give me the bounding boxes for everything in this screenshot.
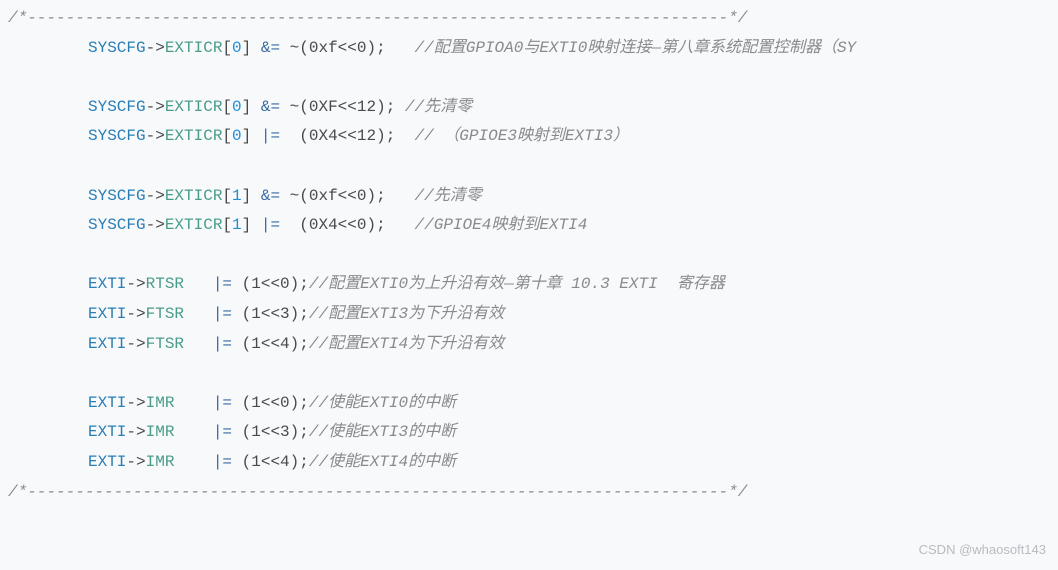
code-line: EXTI->IMR |= (1<<4);//使能EXTI4的中断 [8,448,1050,478]
blank-line [8,152,1050,182]
code-block: /*--------------------------------------… [8,4,1050,507]
code-line: SYSCFG->EXTICR[1] &= ~(0xf<<0); //先清零 [8,182,1050,212]
blank-line [8,63,1050,93]
code-line: EXTI->FTSR |= (1<<4);//配置EXTI4为下升沿有效 [8,330,1050,360]
blank-line [8,359,1050,389]
comment-divider-bottom: /*--------------------------------------… [8,478,1050,508]
blank-line [8,241,1050,271]
code-line: SYSCFG->EXTICR[0] &= ~(0XF<<12); //先清零 [8,93,1050,123]
code-line: EXTI->IMR |= (1<<0);//使能EXTI0的中断 [8,389,1050,419]
code-line: SYSCFG->EXTICR[0] &= ~(0xf<<0); //配置GPIO… [8,34,1050,64]
code-line: SYSCFG->EXTICR[0] |= (0X4<<12); // （GPIO… [8,122,1050,152]
code-line: EXTI->RTSR |= (1<<0);//配置EXTI0为上升沿有效—第十章… [8,270,1050,300]
code-line: EXTI->FTSR |= (1<<3);//配置EXTI3为下升沿有效 [8,300,1050,330]
comment-divider-top: /*--------------------------------------… [8,4,1050,34]
code-line: SYSCFG->EXTICR[1] |= (0X4<<0); //GPIOE4映… [8,211,1050,241]
watermark-text: CSDN @whaosoft143 [919,538,1046,562]
code-line: EXTI->IMR |= (1<<3);//使能EXTI3的中断 [8,418,1050,448]
